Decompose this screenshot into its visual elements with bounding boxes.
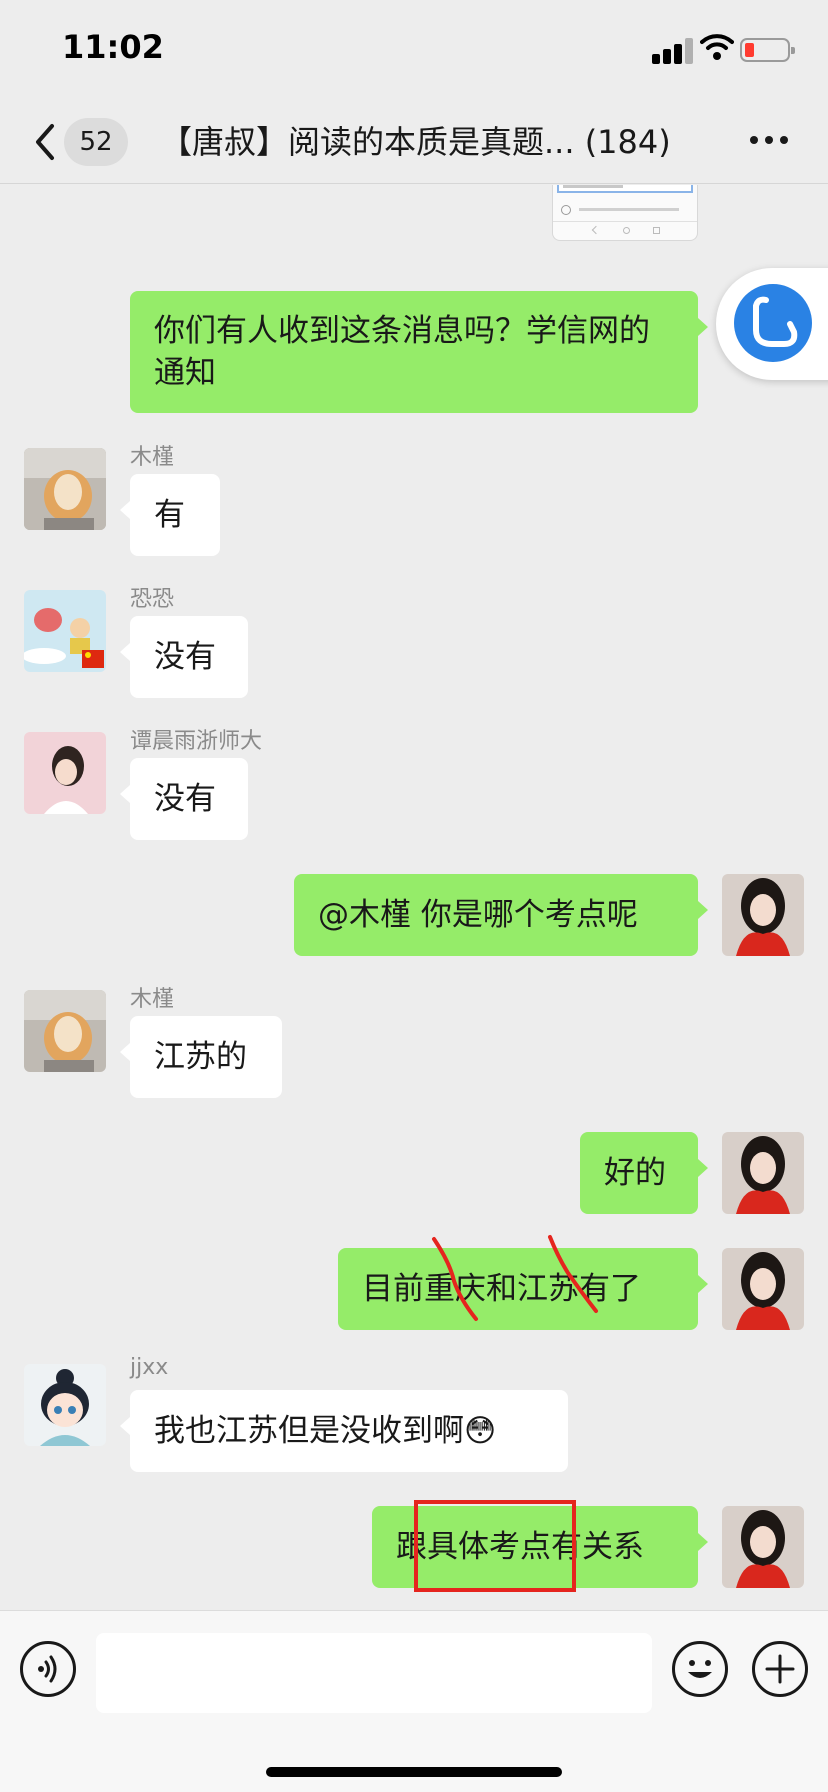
floating-assistant-button[interactable] bbox=[716, 268, 828, 380]
incoming-message-bubble[interactable]: 没有 bbox=[120, 616, 248, 698]
unread-count-badge[interactable]: 52 bbox=[64, 118, 128, 166]
sender-name: 木槿 bbox=[130, 987, 175, 1012]
chat-header: 52 【唐叔】阅读的本质是真题... (184) bbox=[0, 100, 828, 184]
voice-icon[interactable] bbox=[20, 1641, 76, 1697]
my-avatar[interactable] bbox=[722, 1506, 804, 1588]
avatar[interactable] bbox=[24, 448, 106, 530]
avatar[interactable] bbox=[24, 990, 106, 1072]
message-input[interactable] bbox=[96, 1633, 652, 1713]
plus-icon[interactable] bbox=[752, 1641, 808, 1697]
wifi-icon bbox=[700, 34, 734, 60]
input-bar bbox=[0, 1610, 828, 1792]
smiley-icon[interactable] bbox=[672, 1641, 728, 1697]
sender-name: 木槿 bbox=[130, 445, 175, 470]
red-box-annotation bbox=[414, 1500, 576, 1592]
chat-title[interactable]: 【唐叔】阅读的本质是真题... (184) bbox=[160, 118, 700, 166]
incoming-message-bubble[interactable]: 我也江苏但是没收到啊😳 bbox=[120, 1390, 568, 1472]
more-options-icon[interactable] bbox=[750, 136, 790, 148]
image-message-thumbnail[interactable] bbox=[552, 185, 698, 241]
red-strike-annotation bbox=[432, 1235, 598, 1321]
avatar[interactable] bbox=[24, 1364, 106, 1446]
status-time: 11:02 bbox=[62, 28, 164, 66]
my-avatar[interactable] bbox=[722, 874, 804, 956]
my-avatar[interactable] bbox=[722, 1132, 804, 1214]
outgoing-message-bubble[interactable]: @木槿 你是哪个考点呢 bbox=[294, 874, 708, 956]
status-bar: 11:02 bbox=[0, 0, 828, 100]
duck-icon bbox=[734, 284, 812, 362]
cellular-signal-icon bbox=[652, 38, 694, 64]
sender-name: 恐恐 bbox=[130, 587, 175, 612]
outgoing-message-bubble[interactable]: 你们有人收到这条消息吗？学信网的通知 bbox=[130, 291, 708, 413]
back-icon[interactable] bbox=[30, 122, 60, 162]
avatar[interactable] bbox=[24, 732, 106, 814]
incoming-message-bubble[interactable]: 江苏的 bbox=[120, 1016, 282, 1098]
incoming-message-bubble[interactable]: 没有 bbox=[120, 758, 248, 840]
message-list[interactable]: 你们有人收到这条消息吗？学信网的通知 木槿 有 恐恐 没有 谭晨雨浙师大 没有 … bbox=[0, 185, 828, 1610]
sender-name: jjxx bbox=[130, 1355, 169, 1380]
incoming-message-bubble[interactable]: 有 bbox=[120, 474, 220, 556]
battery-icon bbox=[740, 38, 795, 62]
sender-name: 谭晨雨浙师大 bbox=[130, 729, 263, 754]
my-avatar[interactable] bbox=[722, 1248, 804, 1330]
outgoing-message-bubble[interactable]: 好的 bbox=[580, 1132, 708, 1214]
home-indicator bbox=[266, 1767, 562, 1777]
avatar[interactable] bbox=[24, 590, 106, 672]
